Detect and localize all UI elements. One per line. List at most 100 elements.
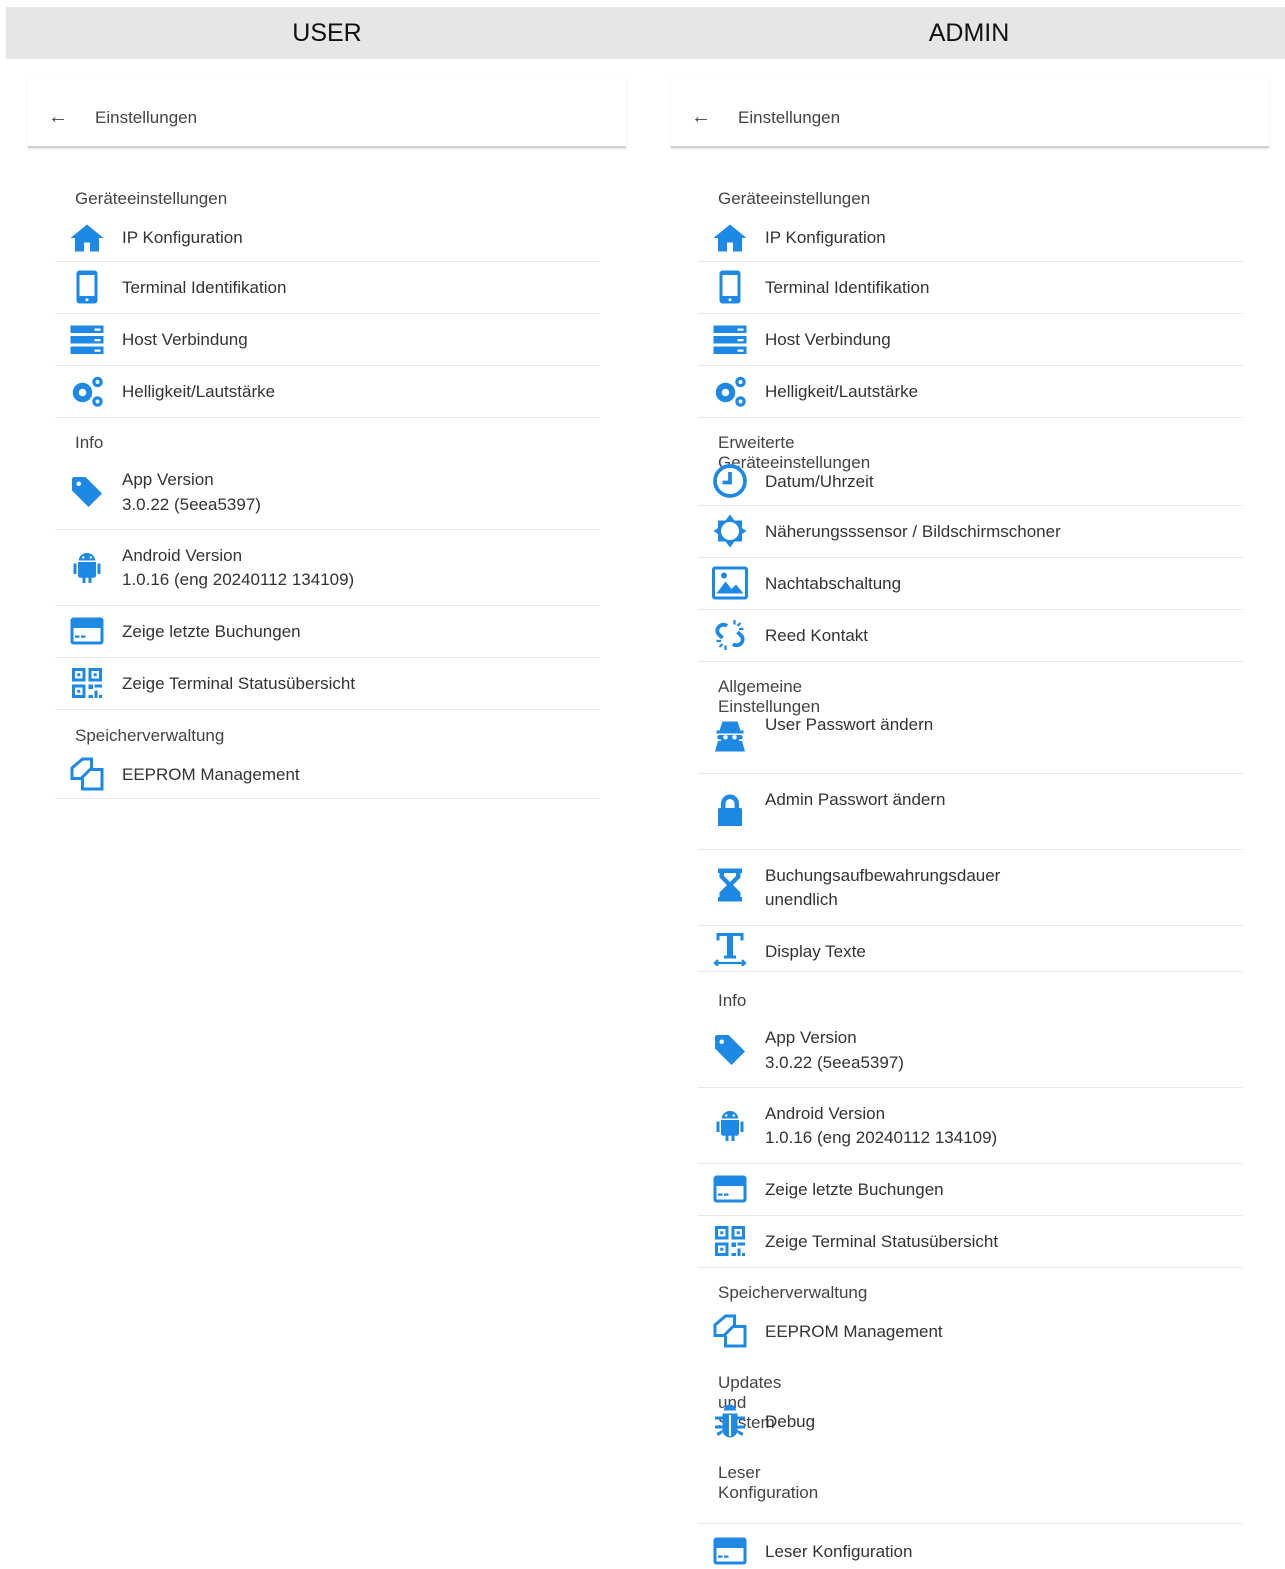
column-header-bar [6, 7, 1285, 59]
list-item-label: Leser Konfiguration [765, 1542, 913, 1561]
section-leser-konfiguration: Leser Konfiguration [718, 1463, 819, 1502]
android-icon [69, 550, 105, 586]
list-item-buchungsaufbewahrungsdauer[interactable]: Buchungsaufbewahrungsdauer unendlich [698, 850, 1243, 926]
list-item-android-version[interactable]: Android Version 1.0.16 (eng 20240112 134… [698, 1088, 1243, 1164]
list-item-datum-uhrzeit[interactable]: Datum/Uhrzeit [698, 460, 1243, 506]
list-item-terminal-statusuebersicht[interactable]: Zeige Terminal Statusübersicht [698, 1216, 1243, 1268]
brightness-icon [712, 513, 748, 549]
arrow-left-icon[interactable]: ← [691, 106, 713, 128]
list-item-label: Zeige Terminal Statusübersicht [122, 674, 356, 693]
list-item-helligkeit-lautstaerke[interactable]: Helligkeit/Lautstärke [698, 366, 1243, 418]
list-item-label: Debug [765, 1412, 816, 1431]
list-item-admin-passwort[interactable]: Admin Passwort ändern [698, 774, 1243, 850]
list-item-leser-konfiguration[interactable]: Leser Konfiguration [698, 1524, 1243, 1569]
section-geraeteeinstellungen: Geräteeinstellungen [718, 189, 871, 208]
clock-icon [712, 463, 748, 499]
server-icon [69, 321, 105, 357]
image-icon [712, 565, 748, 601]
list-item-value: 3.0.22 (5eea5397) [122, 495, 261, 514]
list-item-nachtabschaltung[interactable]: Nachtabschaltung [698, 558, 1243, 610]
list-item-reed-kontakt[interactable]: Reed Kontakt [698, 610, 1243, 662]
qr-code-icon [712, 1223, 748, 1259]
list-item-label: Terminal Identifikation [765, 278, 930, 297]
arrow-left-icon[interactable]: ← [48, 106, 70, 128]
list-item-label: App Version [122, 470, 214, 489]
list-item-eeprom-management[interactable]: EEPROM Management [55, 753, 600, 799]
list-item-zeige-letzte-buchungen[interactable]: Zeige letzte Buchungen [55, 606, 600, 658]
list-item-app-version[interactable]: App Version 3.0.22 (5eea5397) [55, 460, 600, 530]
list-item-label: Datum/Uhrzeit [765, 472, 874, 491]
list-item-label: Zeige Terminal Statusübersicht [765, 1232, 999, 1251]
list-item-value: 3.0.22 (5eea5397) [765, 1053, 904, 1072]
copy-icon [712, 1313, 748, 1349]
list-item-label: User Passwort ändern [765, 715, 934, 734]
list-item-label: Terminal Identifikation [122, 278, 287, 297]
list-item-label: IP Konfiguration [122, 228, 243, 247]
credit-card-icon [712, 1533, 748, 1569]
list-item-label: Zeige letzte Buchungen [765, 1180, 944, 1199]
page-title: Einstellungen [738, 108, 841, 127]
admin-app-bar: ← Einstellungen [671, 80, 1269, 148]
phone-icon [712, 269, 748, 305]
unlink-icon [712, 617, 748, 653]
copy-icon [69, 756, 105, 792]
tag-icon [69, 474, 105, 510]
list-item-user-passwort[interactable]: User Passwort ändern [698, 704, 1243, 774]
credit-card-icon [712, 1171, 748, 1207]
text-height-icon [712, 930, 748, 966]
list-item-label: Näherungsssensor / Bildschirmschoner [765, 522, 1061, 541]
list-item-label: App Version [765, 1028, 857, 1047]
gears-icon [712, 373, 748, 409]
list-item-ip-konfiguration[interactable]: IP Konfiguration [698, 216, 1243, 262]
home-icon [69, 220, 105, 256]
list-item-android-version[interactable]: Android Version 1.0.16 (eng 20240112 134… [55, 530, 600, 606]
lock-icon [712, 793, 748, 829]
list-item-value: 1.0.16 (eng 20240112 134109) [765, 1128, 998, 1147]
hourglass-icon [712, 867, 748, 903]
list-item-label: Zeige letzte Buchungen [122, 622, 301, 641]
list-item-ip-konfiguration[interactable]: IP Konfiguration [55, 216, 600, 262]
list-item-eeprom-management[interactable]: EEPROM Management [698, 1310, 1243, 1355]
list-item-naeherungssensor[interactable]: Näherungsssensor / Bildschirmschoner [698, 506, 1243, 558]
list-item-app-version[interactable]: App Version 3.0.22 (5eea5397) [698, 1018, 1243, 1088]
section-speicherverwaltung: Speicherverwaltung [75, 726, 225, 745]
list-item-label: Android Version [122, 546, 243, 565]
list-item-label: IP Konfiguration [765, 228, 886, 247]
gears-icon [69, 373, 105, 409]
list-item-label: Display Texte [765, 942, 866, 961]
list-item-value: unendlich [765, 890, 838, 909]
admin-column-title: ADMIN [928, 19, 1010, 47]
user-app-bar: ← Einstellungen [28, 80, 626, 148]
list-item-host-verbindung[interactable]: Host Verbindung [55, 314, 600, 366]
list-item-debug[interactable]: Debug [698, 1400, 1243, 1445]
credit-card-icon [69, 613, 105, 649]
section-info: Info [718, 991, 747, 1010]
list-item-label: Buchungsaufbewahrungsdauer [765, 866, 1001, 885]
list-item-zeige-letzte-buchungen[interactable]: Zeige letzte Buchungen [698, 1164, 1243, 1216]
list-item-value: 1.0.16 (eng 20240112 134109) [122, 570, 355, 589]
list-item-label: Android Version [765, 1104, 886, 1123]
list-item-label: EEPROM Management [765, 1322, 943, 1341]
section-info: Info [75, 433, 104, 452]
list-item-terminal-statusuebersicht[interactable]: Zeige Terminal Statusübersicht [55, 658, 600, 710]
user-secret-icon [712, 717, 748, 753]
list-item-label: Admin Passwort ändern [765, 790, 946, 809]
phone-icon [69, 269, 105, 305]
home-icon [712, 220, 748, 256]
section-speicherverwaltung: Speicherverwaltung [718, 1283, 868, 1302]
list-item-label: Helligkeit/Lautstärke [765, 382, 919, 401]
list-item-host-verbindung[interactable]: Host Verbindung [698, 314, 1243, 366]
tag-icon [712, 1032, 748, 1068]
list-item-display-texte[interactable]: Display Texte [698, 926, 1243, 972]
list-item-label: Nachtabschaltung [765, 574, 902, 593]
list-item-label: Host Verbindung [765, 330, 891, 349]
list-item-helligkeit-lautstaerke[interactable]: Helligkeit/Lautstärke [55, 366, 600, 418]
list-item-label: Helligkeit/Lautstärke [122, 382, 276, 401]
list-item-label: Reed Kontakt [765, 626, 869, 645]
list-item-terminal-identifikation[interactable]: Terminal Identifikation [698, 262, 1243, 314]
list-item-terminal-identifikation[interactable]: Terminal Identifikation [55, 262, 600, 314]
list-item-label: Host Verbindung [122, 330, 248, 349]
page-title: Einstellungen [95, 108, 198, 127]
qr-code-icon [69, 665, 105, 701]
server-icon [712, 321, 748, 357]
